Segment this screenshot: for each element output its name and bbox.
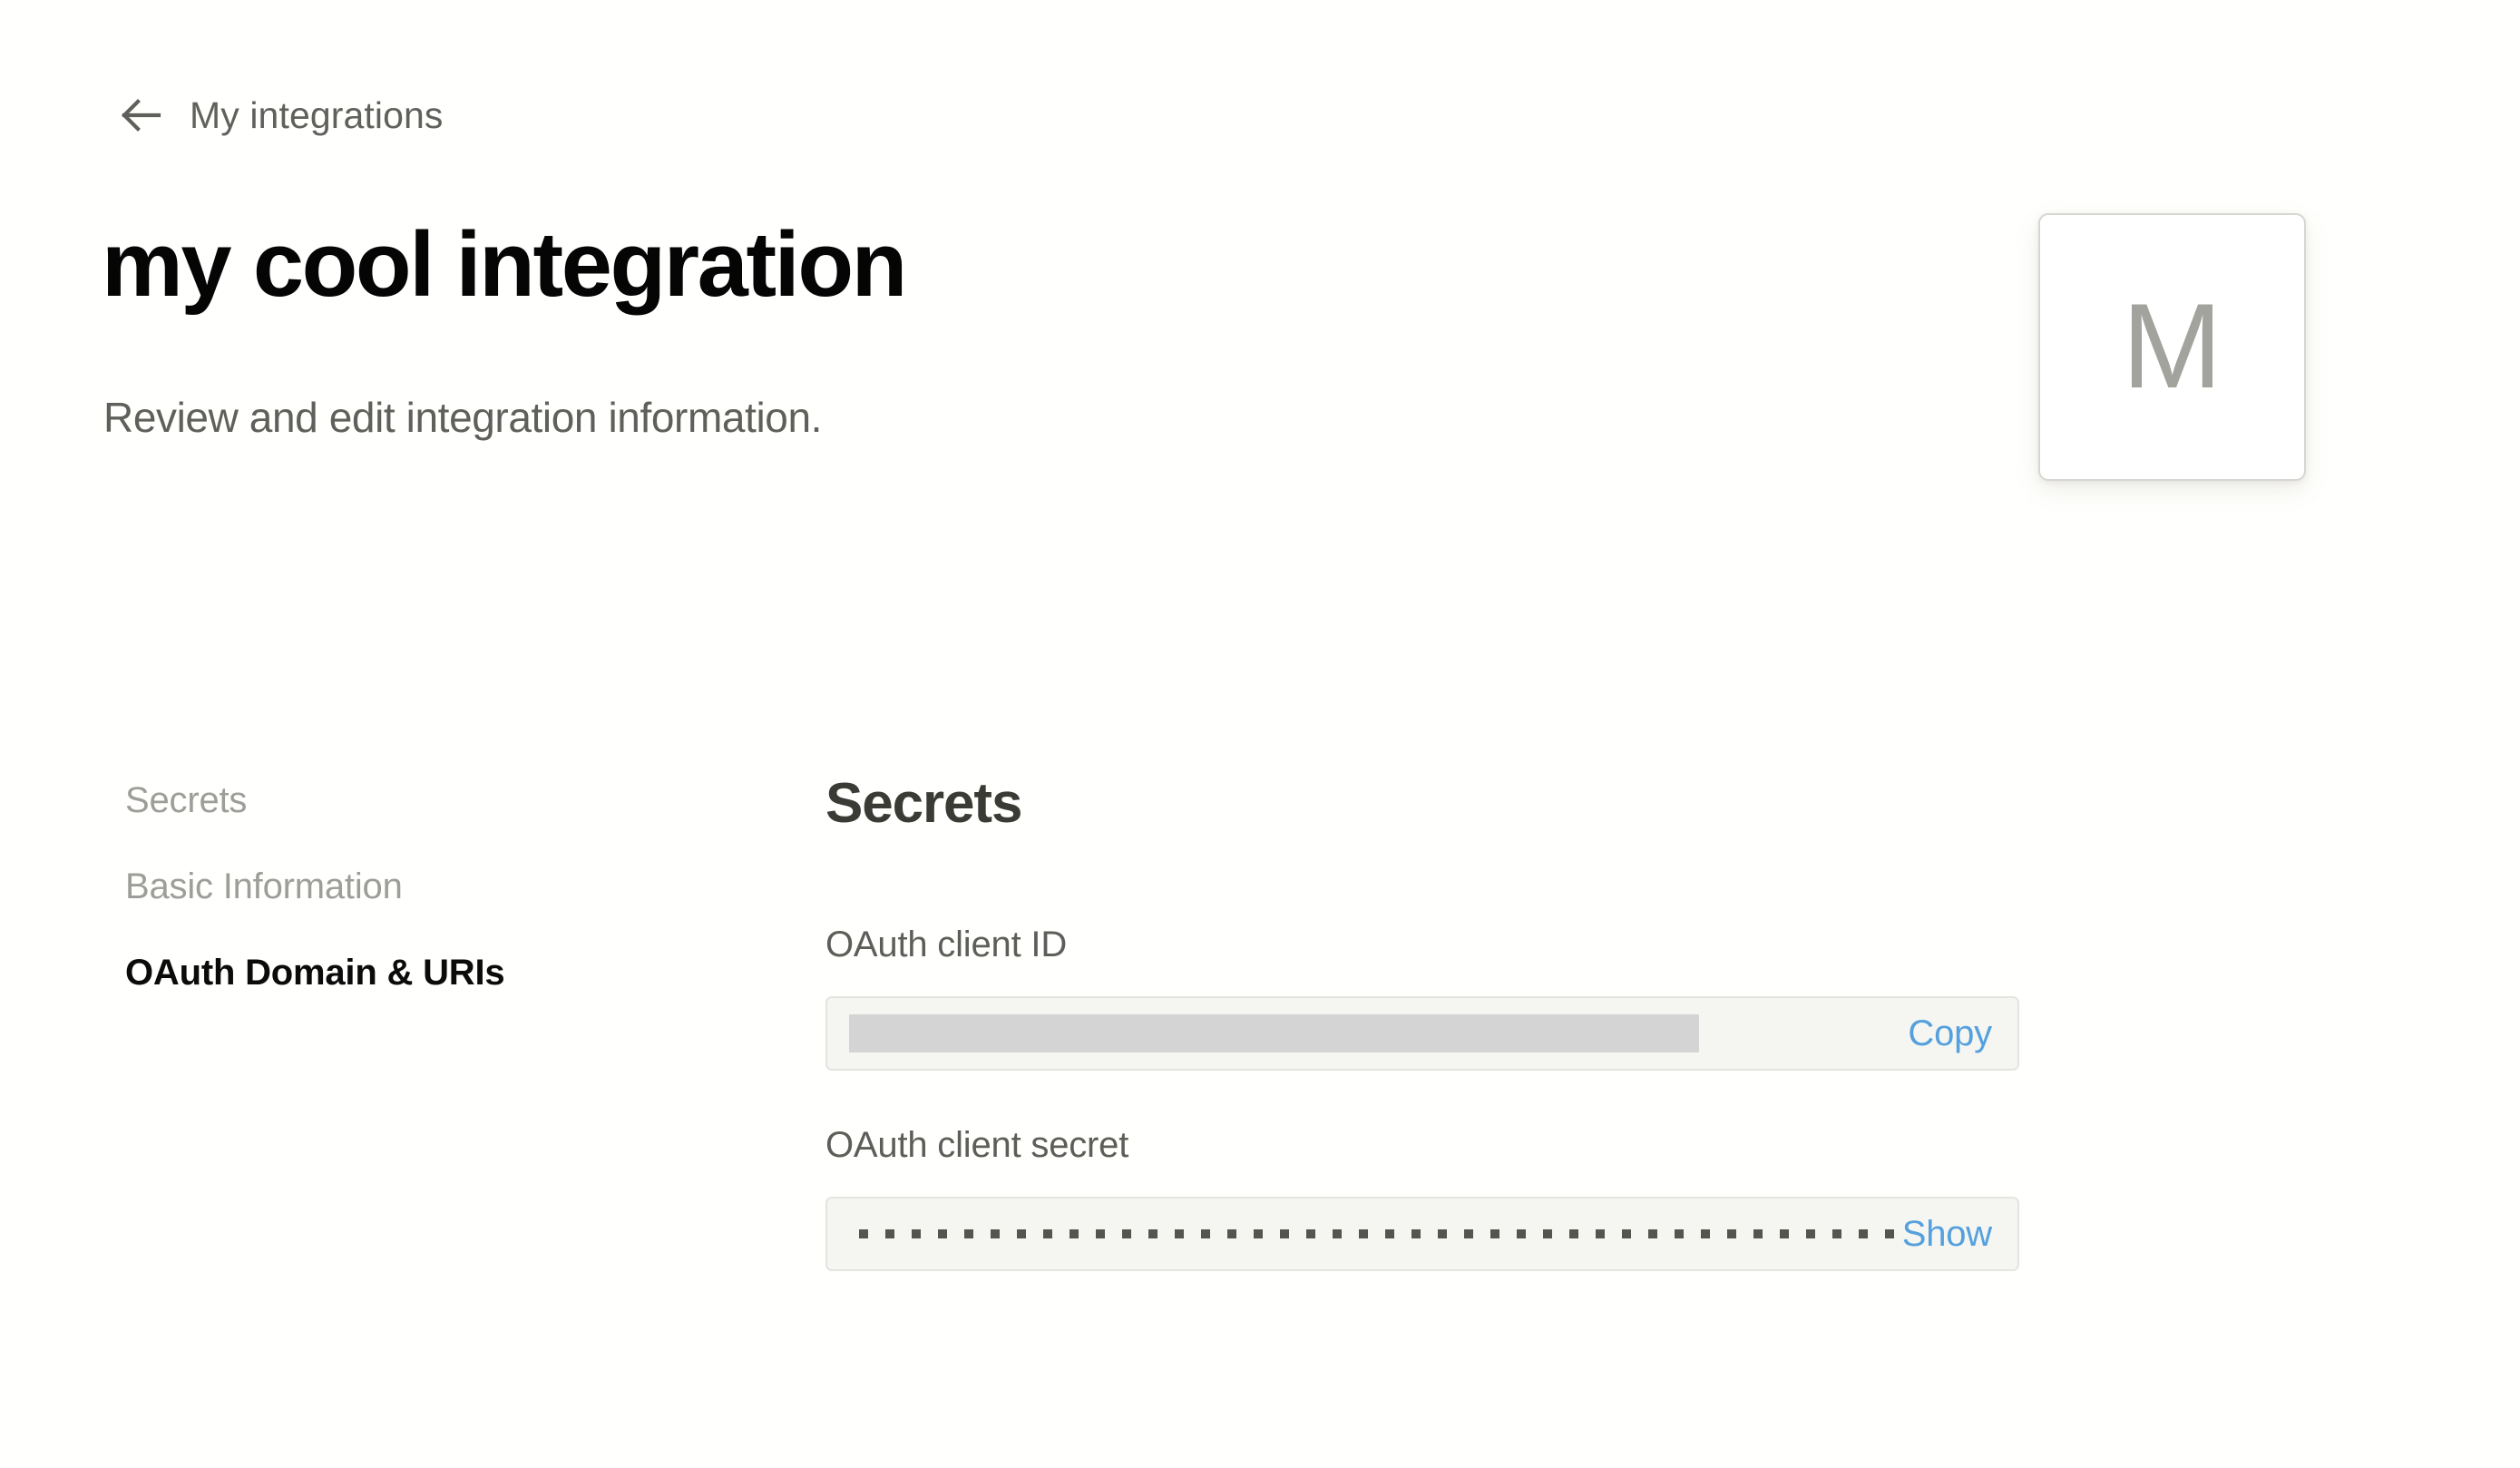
integration-avatar[interactable]: M (2038, 213, 2306, 481)
back-link-label: My integrations (190, 97, 444, 134)
oauth-client-id-redacted-value (849, 1014, 1699, 1052)
oauth-client-id-label: OAuth client ID (825, 926, 2023, 963)
oauth-client-secret-masked-value (849, 1199, 1894, 1269)
oauth-client-id-field[interactable]: Copy (825, 996, 2019, 1071)
section-nav: Secrets Basic Information OAuth Domain &… (125, 782, 688, 1041)
show-client-secret-button[interactable]: Show (1902, 1216, 1996, 1252)
sidebar-item-secrets[interactable]: Secrets (125, 782, 247, 818)
oauth-client-id-group: OAuth client ID Copy (825, 926, 2023, 1071)
page-subtitle: Review and edit integration information. (103, 392, 822, 445)
back-to-my-integrations-link[interactable]: My integrations (119, 93, 444, 138)
sidebar-item-oauth-domain-and-uris[interactable]: OAuth Domain & URIs (125, 954, 504, 991)
oauth-client-secret-label: OAuth client secret (825, 1127, 2023, 1163)
avatar-initial: M (2122, 287, 2222, 407)
sidebar-item-basic-information[interactable]: Basic Information (125, 868, 403, 905)
oauth-client-secret-group: OAuth client secret Show (825, 1127, 2023, 1271)
section-title: Secrets (825, 776, 2023, 832)
oauth-client-secret-field[interactable]: Show (825, 1197, 2019, 1271)
copy-client-id-button[interactable]: Copy (1908, 1015, 1996, 1052)
arrow-left-icon (119, 93, 164, 138)
page-title: my cool integration (102, 210, 905, 321)
secrets-panel: Secrets OAuth client ID Copy OAuth clien… (825, 776, 2023, 1271)
